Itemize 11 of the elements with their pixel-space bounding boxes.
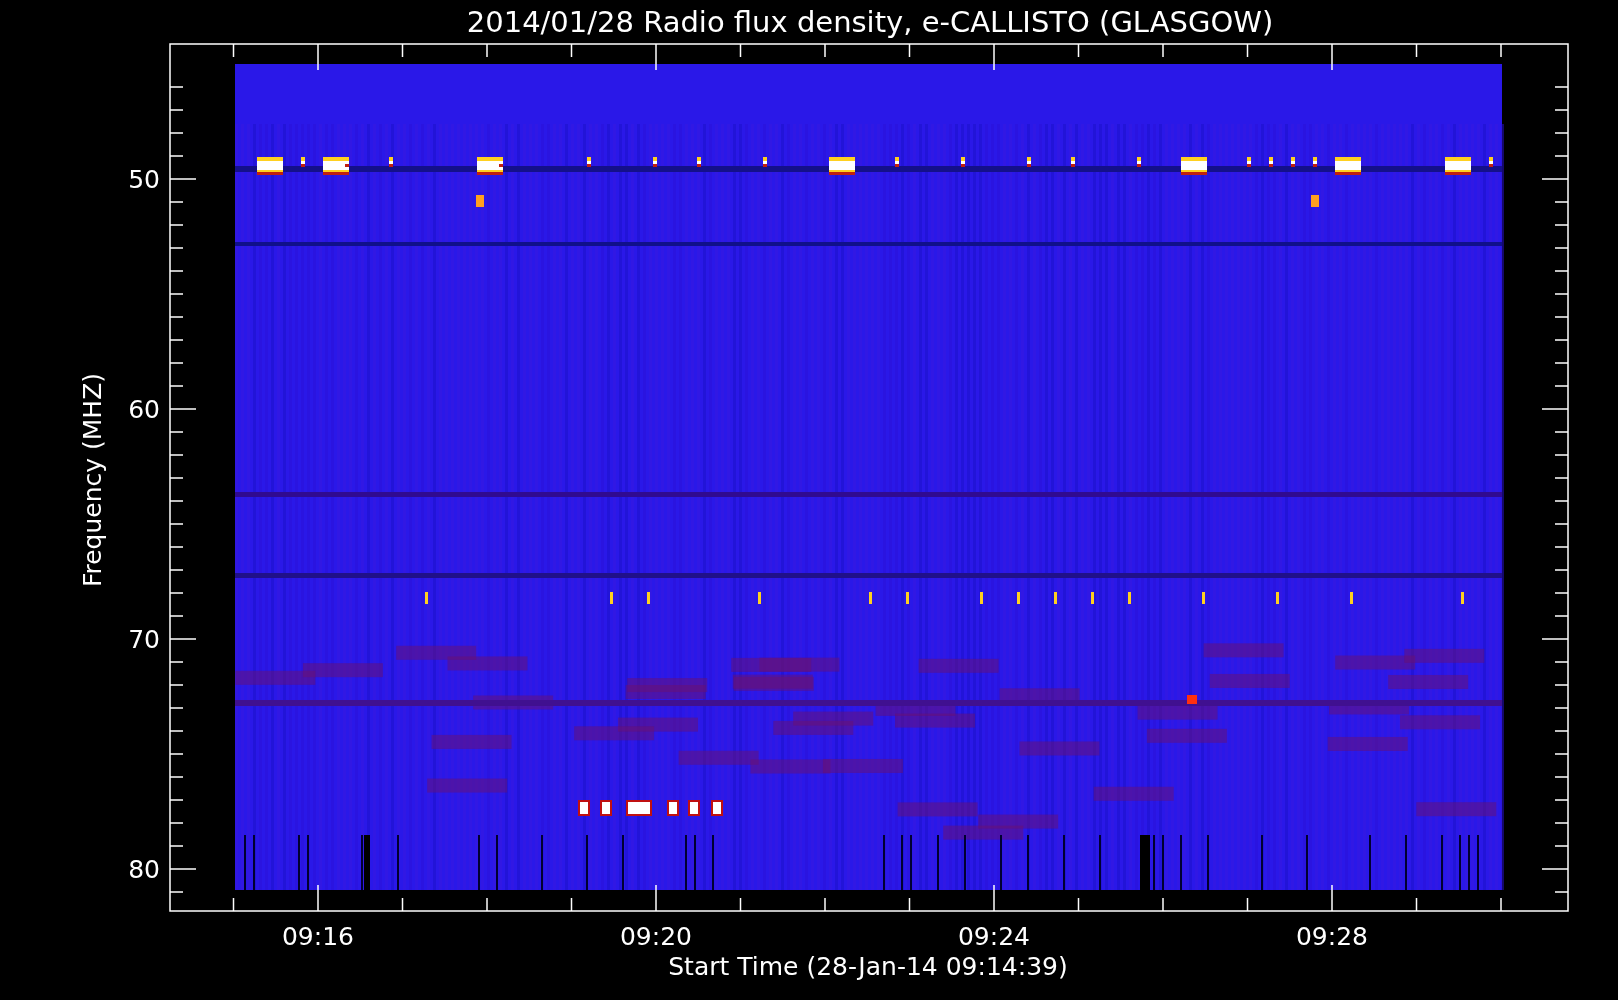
plot-title: 2014/01/28 Radio flux density, e-CALLISTO (GLASGOW)	[466, 5, 1274, 39]
x-axis-label: Start Time (28-Jan-14 09:14:39)	[668, 952, 1068, 981]
x-tick-label: 09:24	[958, 922, 1030, 951]
y-tick-label: 60	[128, 395, 160, 424]
x-tick-label: 09:20	[620, 922, 692, 951]
y-axis-label: Frequency (MHZ)	[78, 372, 107, 588]
y-tick-label: 50	[128, 165, 160, 194]
x-tick-label: 09:16	[282, 922, 354, 951]
x-tick-label: 09:28	[1296, 922, 1368, 951]
y-tick-label: 70	[128, 625, 160, 654]
y-tick-label: 80	[128, 855, 160, 884]
